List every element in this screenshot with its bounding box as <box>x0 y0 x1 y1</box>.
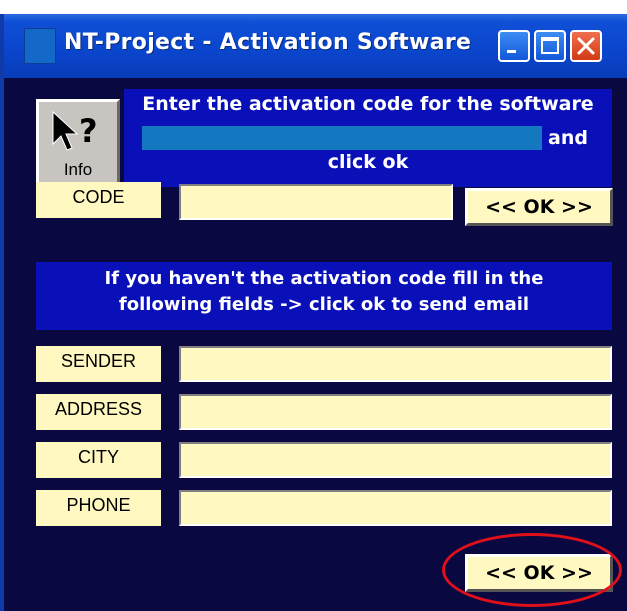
close-icon <box>577 37 595 55</box>
instruction-line-1: Enter the activation code for the softwa… <box>142 93 594 115</box>
sender-input[interactable] <box>179 346 612 382</box>
activate-ok-button[interactable]: << OK >> <box>465 188 613 226</box>
request-notice: If you haven't the activation code fill … <box>36 262 612 330</box>
info-button[interactable]: ? Info <box>36 99 120 189</box>
instruction-line-3: click ok <box>327 151 409 173</box>
sender-label: SENDER <box>36 346 161 382</box>
app-icon <box>24 28 56 64</box>
instruction-and: and <box>548 127 588 149</box>
address-input[interactable] <box>179 394 612 430</box>
city-input[interactable] <box>179 442 612 478</box>
address-label: ADDRESS <box>36 394 161 430</box>
window-title: NT-Project - Activation Software <box>64 30 472 55</box>
city-label: CITY <box>36 442 161 478</box>
minimize-icon <box>507 50 516 53</box>
notice-line-1: If you haven't the activation code fill … <box>104 268 544 289</box>
phone-input[interactable] <box>179 490 612 526</box>
minimize-button[interactable] <box>498 30 530 62</box>
maximize-button[interactable] <box>534 30 566 62</box>
activation-instructions: Enter the activation code for the softwa… <box>124 89 612 187</box>
phone-label: PHONE <box>36 490 161 526</box>
code-input[interactable] <box>179 184 453 220</box>
notice-line-2: following fields -> click ok to send ema… <box>118 294 530 315</box>
info-label: Info <box>63 160 93 179</box>
help-arrow-icon: ? <box>52 110 98 151</box>
maximize-icon <box>541 37 559 54</box>
close-button[interactable] <box>570 30 602 62</box>
title-bar[interactable]: NT-Project - Activation Software <box>4 14 627 78</box>
highlight-ellipse <box>442 533 622 607</box>
code-label: CODE <box>36 182 161 218</box>
svg-text:?: ? <box>79 112 98 150</box>
software-name-bar <box>142 126 542 150</box>
